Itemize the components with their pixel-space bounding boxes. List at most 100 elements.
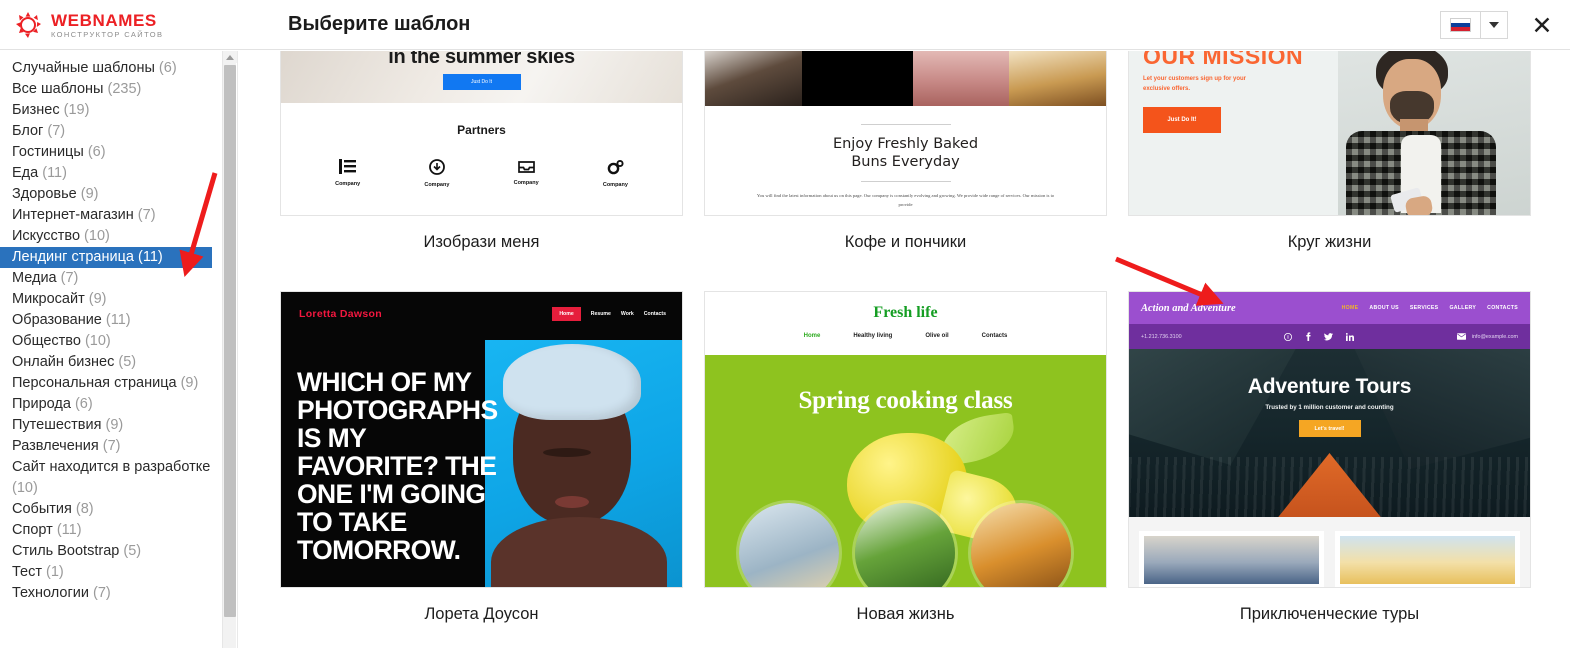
- partner-1: Company: [335, 159, 360, 188]
- template-title[interactable]: Кофе и пончики: [704, 233, 1107, 252]
- sidebar-item-count: (9): [88, 291, 107, 307]
- sidebar-item-label: Здоровье: [12, 186, 77, 202]
- sidebar-item-label: Технологии: [12, 585, 89, 601]
- close-icon[interactable]: ✕: [1528, 11, 1556, 39]
- sidebar-item-24[interactable]: Технологии (7): [0, 583, 222, 604]
- template-thumbnail[interactable]: Action and Adventure HOME ABOUT US SERVI…: [1128, 291, 1531, 588]
- partner-4: Company: [603, 159, 628, 188]
- template-card-loreta-douson[interactable]: Loretta Dawson Home Resume Work Contacts: [280, 291, 683, 624]
- sidebar-item-8[interactable]: Искусство (10): [0, 226, 222, 247]
- page-title: Выберите шаблон: [288, 13, 471, 35]
- sidebar-item-label: Персональная страница: [12, 375, 177, 391]
- sidebar-item-21[interactable]: Спорт (11): [0, 520, 222, 541]
- brand-logo[interactable]: WEBNAMES КОНСТРУКТОР САЙТОВ: [14, 10, 163, 40]
- sidebar-scrollbar[interactable]: [222, 51, 237, 648]
- gears-icon: [607, 159, 624, 175]
- sidebar-item-count: (19): [63, 102, 90, 118]
- sidebar-item-count: (6): [158, 60, 177, 76]
- sidebar-item-15[interactable]: Персональная страница (9): [0, 373, 222, 394]
- sidebar-item-6[interactable]: Здоровье (9): [0, 184, 222, 205]
- template-card-novaya-zhizn[interactable]: Fresh life Home Healthy living Olive oil…: [704, 291, 1107, 624]
- nav-item: Resume: [590, 311, 611, 317]
- template-title[interactable]: Изобрази меня: [280, 233, 683, 252]
- body-paragraph: You will find the latest information abo…: [756, 193, 1055, 207]
- sidebar-item-3[interactable]: Блог (7): [0, 121, 222, 142]
- template-thumbnail[interactable]: Loretta Dawson Home Resume Work Contacts: [280, 291, 683, 588]
- sidebar-item-count: (5): [118, 354, 137, 370]
- heading-line-2: Buns Everyday: [851, 154, 960, 171]
- sidebar-item-label: Гостиницы: [12, 144, 84, 160]
- hero-headline: Spring cooking class: [798, 387, 1013, 414]
- sidebar-item-0[interactable]: Случайные шаблоны (6): [0, 58, 222, 79]
- sidebar-item-label: Случайные шаблоны: [12, 60, 155, 76]
- sidebar-item-label: Общество: [12, 333, 81, 349]
- template-card-kofe-i-ponchiki[interactable]: Enjoy Freshly Baked Buns Everyday You wi…: [704, 51, 1107, 252]
- sidebar-item-14[interactable]: Онлайн бизнес (5): [0, 352, 222, 373]
- sidebar-item-count: (8): [75, 501, 94, 517]
- nav-item: Work: [620, 311, 634, 317]
- template-row-2: Loretta Dawson Home Resume Work Contacts: [280, 291, 1531, 624]
- sidebar-item-label: Онлайн бизнес: [12, 354, 115, 370]
- thumb-hero: in the summer skies Just Do It: [281, 51, 682, 103]
- sidebar-item-10[interactable]: Медиа (7): [0, 268, 222, 289]
- template-thumbnail[interactable]: Fresh life Home Healthy living Olive oil…: [704, 291, 1107, 588]
- sidebar-item-20[interactable]: События (8): [0, 499, 222, 520]
- category-sidebar[interactable]: Случайные шаблоны (6) Все шаблоны (235) Би…: [0, 51, 222, 648]
- tile-2: [1335, 531, 1520, 587]
- nav-item: ABOUT US: [1369, 305, 1399, 311]
- russian-flag-icon[interactable]: [1441, 12, 1481, 38]
- sidebar-item-label: Блог: [12, 123, 44, 139]
- partner-label: Company: [335, 181, 361, 187]
- email-address: info@example.com: [1471, 333, 1518, 340]
- sidebar-item-12[interactable]: Образование (11): [0, 310, 222, 331]
- template-gallery: in the summer skies Just Do It Partners: [238, 51, 1570, 648]
- sidebar-item-label: Сайт находится в разработке: [12, 459, 211, 475]
- partner-label: Company: [513, 180, 539, 186]
- sidebar-item-2[interactable]: Бизнес (19): [0, 100, 222, 121]
- template-thumbnail[interactable]: Enjoy Freshly Baked Buns Everyday You wi…: [704, 51, 1107, 216]
- thumb-tiles: [1129, 517, 1530, 587]
- sidebar-item-count: (7): [102, 438, 121, 454]
- template-title[interactable]: Новая жизнь: [704, 605, 1107, 624]
- chevron-down-icon[interactable]: [1481, 12, 1507, 38]
- site-header: Fresh life Home Healthy living Olive oil…: [705, 292, 1106, 355]
- template-card-krug-zhizni[interactable]: OUR MISSION Let your customers sign up f…: [1128, 51, 1531, 252]
- sidebar-item-9[interactable]: Лендинг страница (11): [0, 247, 212, 268]
- template-thumbnail[interactable]: in the summer skies Just Do It Partners: [280, 51, 683, 216]
- sidebar-item-label: Медиа: [12, 270, 57, 286]
- sidebar-item-23[interactable]: Тест (1): [0, 562, 222, 583]
- template-card-priklyuchencheskie-tury[interactable]: Action and Adventure HOME ABOUT US SERVI…: [1128, 291, 1531, 624]
- sidebar-item-7[interactable]: Интернет-магазин (7): [0, 205, 222, 226]
- sidebar-item-4[interactable]: Гостиницы (6): [0, 142, 222, 163]
- sidebar-item-count: (9): [105, 417, 124, 433]
- sidebar-item-5[interactable]: Еда (11): [0, 163, 222, 184]
- partner-label: Company: [424, 182, 450, 188]
- template-title[interactable]: Круг жизни: [1128, 233, 1531, 252]
- partner-3: Company: [514, 159, 539, 188]
- sidebar-item-13[interactable]: Общество (10): [0, 331, 222, 352]
- sidebar-item-19[interactable]: Сайт находится в разработке (10): [0, 457, 222, 499]
- thumb-body: OUR MISSION Let your customers sign up f…: [1129, 51, 1530, 215]
- hero-heading: OUR MISSION: [1143, 51, 1304, 69]
- sidebar-item-16[interactable]: Природа (6): [0, 394, 222, 415]
- sidebar-item-11[interactable]: Микросайт (9): [0, 289, 222, 310]
- nav-item: HOME: [1341, 305, 1359, 311]
- sidebar-item-label: Лендинг страница (11): [12, 249, 163, 265]
- scrollbar-thumb[interactable]: [224, 65, 236, 617]
- sidebar-item-count: (6): [87, 144, 106, 160]
- thumb-photo-strip: [705, 51, 1106, 106]
- template-title[interactable]: Лорета Доусон: [280, 605, 683, 624]
- sidebar-item-1[interactable]: Все шаблоны (235): [0, 79, 222, 100]
- sidebar-item-18[interactable]: Развлечения (7): [0, 436, 222, 457]
- language-selector[interactable]: [1440, 11, 1508, 39]
- template-thumbnail[interactable]: OUR MISSION Let your customers sign up f…: [1128, 51, 1531, 216]
- sidebar-item-label: Бизнес: [12, 102, 60, 118]
- template-card-izobrazi-menya[interactable]: in the summer skies Just Do It Partners: [280, 51, 683, 252]
- sidebar-item-22[interactable]: Стиль Bootstrap (5): [0, 541, 222, 562]
- scroll-up-arrow-icon[interactable]: [223, 51, 237, 63]
- template-title[interactable]: Приключенческие туры: [1128, 605, 1531, 624]
- tile-1: [1139, 531, 1324, 587]
- sidebar-item-17[interactable]: Путешествия (9): [0, 415, 222, 436]
- list-icon: [339, 159, 357, 174]
- thumb-text-panel: OUR MISSION Let your customers sign up f…: [1129, 51, 1338, 215]
